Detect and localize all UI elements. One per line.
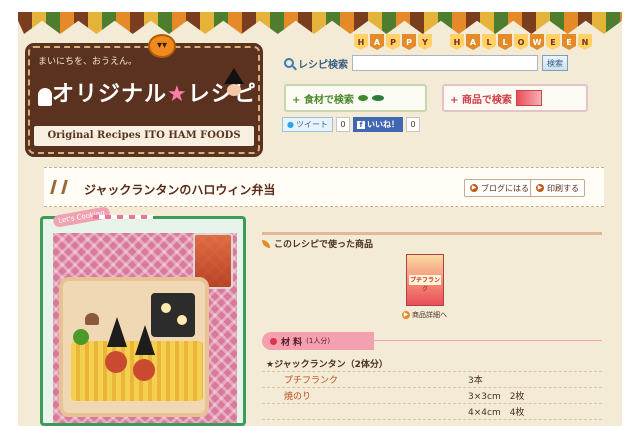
- logo-title-a: オリジナル: [52, 82, 168, 107]
- tweet-count: 0: [335, 117, 350, 132]
- page-frame: H A P P Y H A L L O W E E N ▾▾ まいにちを、おうえ…: [18, 12, 622, 426]
- banner-letter: [434, 34, 448, 50]
- banner-letter: L: [498, 34, 512, 50]
- product-detail-link-text: 商品詳細へ: [412, 311, 447, 319]
- product-detail-link[interactable]: ▶ 商品詳細へ: [402, 310, 447, 320]
- ingredient-name: ★ジャックランタン（2体分）: [266, 360, 388, 370]
- blog-button-label: ブログにはる: [481, 183, 529, 193]
- search-button[interactable]: 検索: [542, 55, 568, 71]
- blog-button[interactable]: ▶ ブログにはる: [464, 179, 535, 197]
- utensils-icon: [50, 180, 68, 194]
- banner-letter: E: [562, 34, 576, 50]
- search-by-product-button[interactable]: + 商品で検索: [442, 84, 588, 112]
- materials-heading: 材 料 (1人分): [262, 332, 374, 350]
- like-label: いいね！: [366, 120, 399, 129]
- ingredient-amount: 3本: [468, 376, 483, 386]
- search-by-ingredient-label: + 食材で検索: [292, 94, 354, 106]
- vegetable-icon: [357, 95, 368, 101]
- halloween-bunting: [18, 12, 622, 34]
- search-by-ingredient-button[interactable]: + 食材で検索: [284, 84, 427, 112]
- ingredient-row: プチフランク 3本: [262, 372, 602, 388]
- banner-letter: W: [530, 34, 544, 50]
- witch-icon: [224, 68, 244, 96]
- tweet-label: ツイート: [295, 120, 328, 129]
- ghost-icon: [38, 88, 52, 106]
- logo-title-b: レシピ: [187, 82, 257, 107]
- recipe-title-bar: ジャックランタンのハロウィン弁当 ▶ ブログにはる ▶ 印刷する: [44, 167, 604, 207]
- banner-letter: P: [386, 34, 400, 50]
- banner-letter: H: [450, 34, 464, 50]
- recipe-photo-card: Let's Cooking: [40, 206, 246, 426]
- print-button[interactable]: ▶ 印刷する: [530, 179, 585, 197]
- product-image[interactable]: プチフランク: [406, 254, 444, 306]
- arrow-right-icon: ▶: [402, 311, 410, 319]
- banner-letter: A: [370, 34, 384, 50]
- fish-icon: [371, 95, 384, 101]
- facebook-icon: f: [356, 120, 365, 129]
- ingredients-table: ★ジャックランタン（2体分） プチフランク 3本 焼のり 3×3cm 2枚 4×…: [262, 356, 602, 420]
- like-count: 0: [405, 117, 420, 132]
- banner-letter: O: [514, 34, 528, 50]
- banner-letter: H: [354, 34, 368, 50]
- search-icon: [284, 58, 294, 68]
- ingredient-row: 4×4cm 4枚: [262, 404, 602, 420]
- product-thumbnail-icon: [515, 90, 542, 106]
- ribbon-decoration: [93, 215, 153, 219]
- ingredient-amount: 3×3cm 2枚: [468, 392, 525, 402]
- banner-letter: L: [482, 34, 496, 50]
- page-title: ジャックランタンのハロウィン弁当: [84, 183, 276, 197]
- banner-letter: A: [466, 34, 480, 50]
- pumpkin-icon: ▾▾: [148, 34, 176, 58]
- ingredient-name: 焼のり: [284, 392, 312, 402]
- product-image-label: プチフランク: [409, 275, 441, 293]
- bento-box-image: [59, 277, 209, 417]
- social-buttons: ● ツイート 0 f いいね！ 0: [282, 117, 420, 132]
- bullet-icon: [270, 337, 277, 345]
- materials-divider: [374, 340, 602, 341]
- banner-letter: Y: [418, 34, 432, 50]
- search-by-product-label: + 商品で検索: [450, 94, 512, 106]
- ingredient-row: 焼のり 3×3cm 2枚: [262, 388, 602, 404]
- twitter-bird-icon: ●: [287, 120, 294, 129]
- recipe-search: レシピ検索 検索: [284, 55, 568, 71]
- banner-letter: N: [578, 34, 592, 50]
- servings-count: (1人分): [306, 337, 331, 345]
- arrow-right-icon: ▶: [536, 184, 544, 192]
- logo-tagline: まいにちを、おうえん。: [38, 57, 138, 67]
- used-products-heading-text: このレシピで使った商品: [274, 240, 374, 250]
- banner-letter: P: [402, 34, 416, 50]
- search-input[interactable]: [352, 55, 538, 71]
- tweet-button[interactable]: ● ツイート: [282, 117, 333, 132]
- leaf-icon: [262, 239, 270, 248]
- happy-halloween-banner: H A P P Y H A L L O W E E N: [354, 34, 592, 50]
- materials-heading-text: 材 料: [281, 337, 303, 348]
- print-button-label: 印刷する: [547, 183, 579, 193]
- banner-letter: E: [546, 34, 560, 50]
- search-label: レシピ検索: [298, 59, 348, 71]
- recipe-photo[interactable]: [53, 233, 237, 423]
- logo-star: ★: [167, 82, 188, 107]
- logo-subtitle: Original Recipes ITO HAM FOODS: [34, 126, 254, 146]
- ingredient-name: プチフランク: [284, 376, 339, 386]
- ingredient-row: ★ジャックランタン（2体分）: [262, 356, 602, 372]
- site-logo[interactable]: ▾▾ まいにちを、おうえん。 オリジナル★レシピ Original Recipe…: [25, 34, 263, 157]
- arrow-right-icon: ▶: [470, 184, 478, 192]
- used-products-heading: このレシピで使った商品: [262, 232, 602, 250]
- ingredient-amount: 4×4cm 4枚: [468, 408, 525, 418]
- facebook-like-button[interactable]: f いいね！: [352, 117, 403, 132]
